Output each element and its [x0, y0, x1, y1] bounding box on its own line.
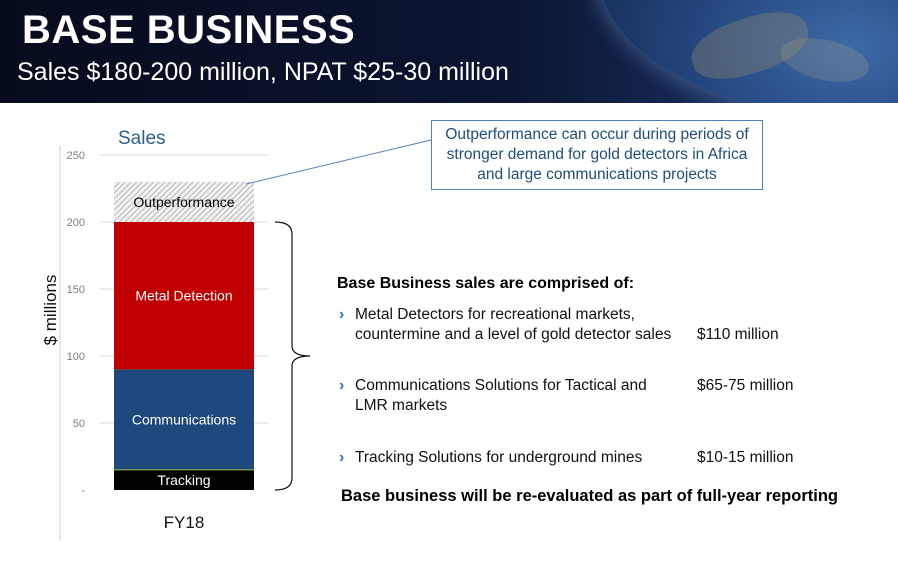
outperformance-callout: Outperformance can occur during periods … — [431, 120, 763, 190]
item-value: $65-75 million — [697, 377, 794, 394]
y-tick-label: 150 — [67, 284, 85, 296]
segment-label: Metal Detection — [135, 288, 232, 304]
item-line: Tracking Solutions for underground mines — [355, 449, 643, 466]
chevron-right-icon: › — [339, 449, 345, 466]
curly-brace — [274, 221, 311, 491]
header-banner: BASE BUSINESS Sales $180-200 million, NP… — [0, 0, 898, 103]
callout-connector — [245, 139, 432, 185]
callout-line: Outperformance can occur during periods … — [445, 126, 749, 143]
footer-note: Base business will be re-evaluated as pa… — [341, 487, 838, 505]
item-value: $110 million — [697, 326, 779, 343]
chart-title: Sales — [118, 128, 166, 149]
item-line: countermine and a level of gold detector… — [355, 326, 672, 343]
segment-label: Tracking — [157, 472, 210, 488]
y-tick-label: 200 — [67, 217, 85, 229]
chevron-right-icon: › — [339, 377, 345, 394]
y-tick-label: - — [81, 485, 85, 497]
segment-label: Outperformance — [133, 194, 234, 210]
item-line: Metal Detectors for recreational markets… — [355, 306, 635, 323]
page-subtitle: Sales $180-200 million, NPAT $25-30 mill… — [17, 58, 509, 86]
callout-line: stronger demand for gold detectors in Af… — [446, 146, 748, 163]
y-tick-label: 50 — [73, 418, 85, 430]
item-value: $10-15 million — [697, 449, 794, 466]
item-line: LMR markets — [355, 397, 448, 414]
segment-label: Communications — [132, 412, 236, 428]
chevron-right-icon: › — [339, 306, 345, 323]
item-line: Communications Solutions for Tactical an… — [355, 377, 647, 394]
page-title: BASE BUSINESS — [22, 8, 356, 52]
y-axis-label: $ millions — [41, 275, 60, 346]
callout-line: and large communications projects — [477, 166, 717, 183]
panel-heading: Base Business sales are comprised of: — [337, 275, 635, 292]
y-tick-label: 100 — [67, 351, 85, 363]
y-tick-label: 250 — [67, 150, 85, 162]
x-category-label: FY18 — [164, 513, 205, 532]
